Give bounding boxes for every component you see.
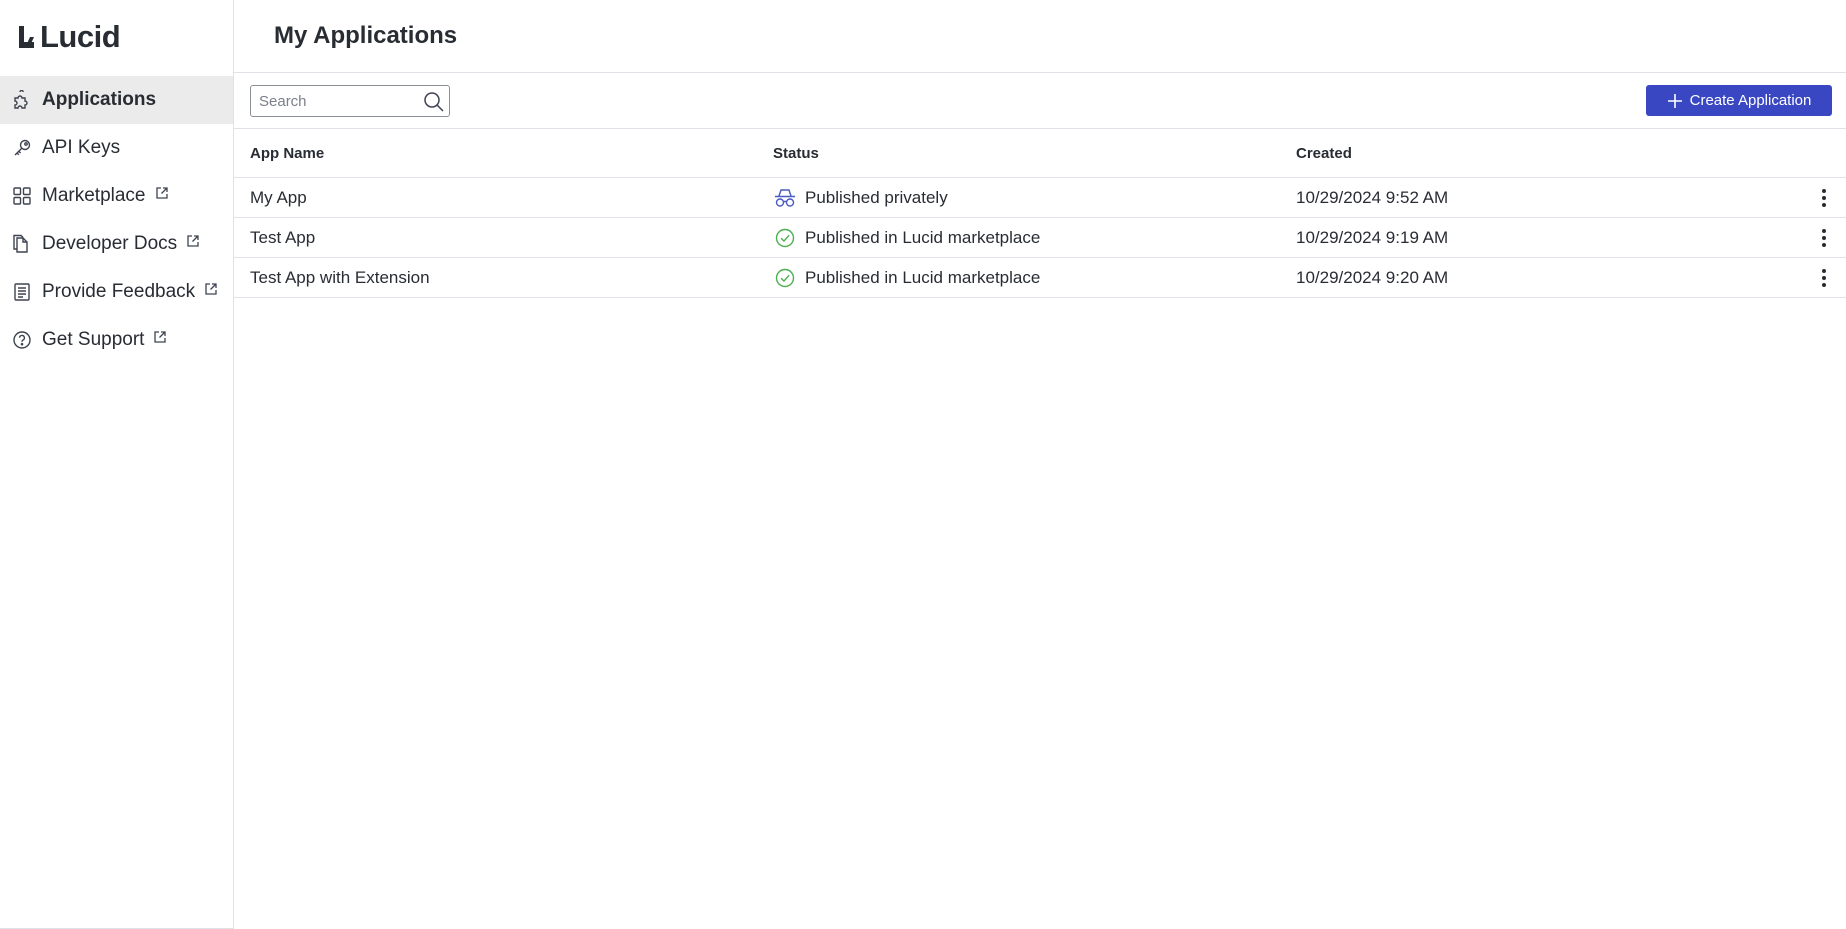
app-name-cell[interactable]: My App — [250, 178, 307, 218]
check-circle-icon — [775, 228, 795, 248]
feedback-icon — [14, 283, 30, 301]
lucid-logo-icon — [19, 26, 34, 48]
table-row[interactable]: Test App Published in Lucid marketplace … — [234, 218, 1846, 258]
plus-icon — [1667, 93, 1682, 108]
table-row[interactable]: Test App with Extension Published in Luc… — [234, 258, 1846, 298]
status-text: Published in Lucid marketplace — [805, 268, 1041, 287]
search-input[interactable] — [251, 86, 411, 116]
app-name-cell[interactable]: Test App with Extension — [250, 258, 430, 298]
external-link-icon — [154, 331, 167, 343]
external-link-icon — [205, 283, 217, 295]
puzzle-icon — [14, 90, 28, 109]
incognito-icon — [775, 189, 795, 207]
status-cell: Published in Lucid marketplace — [773, 258, 1040, 298]
sidebar-nav: Applications API Keys Marketplace Develo… — [0, 76, 233, 364]
help-icon — [13, 331, 31, 349]
sidebar-item-label: Developer Docs — [42, 233, 178, 254]
create-application-label: Create Application — [1689, 92, 1812, 109]
sidebar-item-label: Provide Feedback — [42, 281, 196, 302]
main-content: My Applications Create Application App N… — [234, 0, 1846, 929]
kebab-menu-icon — [1822, 269, 1826, 287]
column-header-status[interactable]: Status — [773, 145, 819, 162]
sidebar-item-get-support[interactable]: Get Support — [0, 316, 233, 364]
table-row[interactable]: My App Published privately 10/29/2024 9:… — [234, 178, 1846, 218]
column-header-app-name[interactable]: App Name — [250, 145, 324, 162]
sidebar-item-api-keys[interactable]: API Keys — [0, 124, 233, 172]
created-cell: 10/29/2024 9:20 AM — [1296, 268, 1449, 287]
external-link-icon — [187, 235, 199, 247]
row-menu-button[interactable] — [1816, 266, 1832, 290]
docs-icon — [13, 234, 28, 253]
status-text: Published privately — [805, 188, 948, 207]
created-cell: 10/29/2024 9:19 AM — [1296, 228, 1449, 247]
search-box[interactable] — [250, 85, 450, 117]
page-title: My Applications — [274, 22, 458, 49]
key-icon — [14, 139, 31, 156]
column-header-created[interactable]: Created — [1296, 145, 1352, 162]
check-circle-icon — [775, 268, 795, 288]
app-name-cell[interactable]: Test App — [250, 218, 315, 258]
kebab-menu-icon — [1822, 229, 1826, 247]
status-text: Published in Lucid marketplace — [805, 228, 1041, 247]
sidebar-item-label: Applications — [42, 89, 157, 110]
toolbar-divider — [234, 128, 1846, 129]
status-cell: Published privately — [773, 178, 948, 218]
sidebar-item-label: Marketplace — [42, 185, 146, 206]
created-cell: 10/29/2024 9:52 AM — [1296, 188, 1449, 207]
brand-name: Lucid — [40, 19, 121, 54]
header-divider — [234, 72, 1846, 73]
search-icon[interactable] — [423, 91, 445, 113]
row-divider — [234, 297, 1846, 298]
sidebar-item-marketplace[interactable]: Marketplace — [0, 172, 233, 220]
sidebar-item-applications[interactable]: Applications — [0, 76, 233, 124]
sidebar-item-label: API Keys — [42, 137, 121, 158]
status-cell: Published in Lucid marketplace — [773, 218, 1040, 258]
create-application-button[interactable]: Create Application — [1646, 85, 1832, 116]
sidebar-item-developer-docs[interactable]: Developer Docs — [0, 220, 233, 268]
row-menu-button[interactable] — [1816, 226, 1832, 250]
lucid-logo[interactable]: Lucid — [16, 19, 121, 54]
sidebar: Lucid Applications API Keys Marketplace … — [0, 0, 234, 929]
sidebar-item-label: Get Support — [42, 329, 145, 350]
sidebar-item-provide-feedback[interactable]: Provide Feedback — [0, 268, 233, 316]
external-link-icon — [155, 187, 168, 199]
kebab-menu-icon — [1822, 189, 1826, 207]
grid-icon — [13, 187, 31, 205]
row-menu-button[interactable] — [1816, 186, 1832, 210]
